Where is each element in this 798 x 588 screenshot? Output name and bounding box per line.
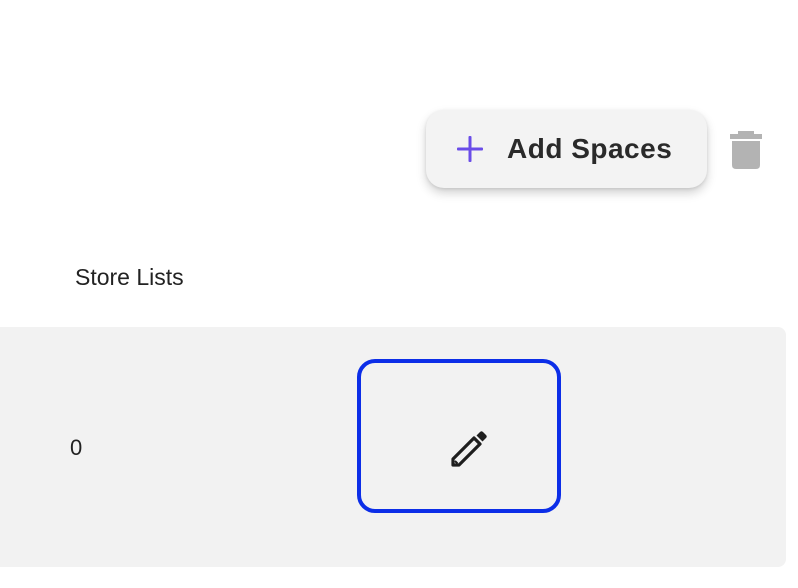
plus-icon — [457, 136, 483, 162]
edit-button[interactable] — [357, 359, 561, 513]
section-title: Store Lists — [75, 264, 184, 290]
trash-icon[interactable] — [730, 131, 762, 169]
pencil-icon — [451, 431, 487, 467]
add-spaces-button[interactable]: Add Spaces — [426, 110, 707, 188]
page: Add Spaces Store Lists 0 — [0, 0, 798, 588]
add-spaces-label: Add Spaces — [507, 133, 673, 164]
row-index: 0 — [70, 435, 83, 460]
